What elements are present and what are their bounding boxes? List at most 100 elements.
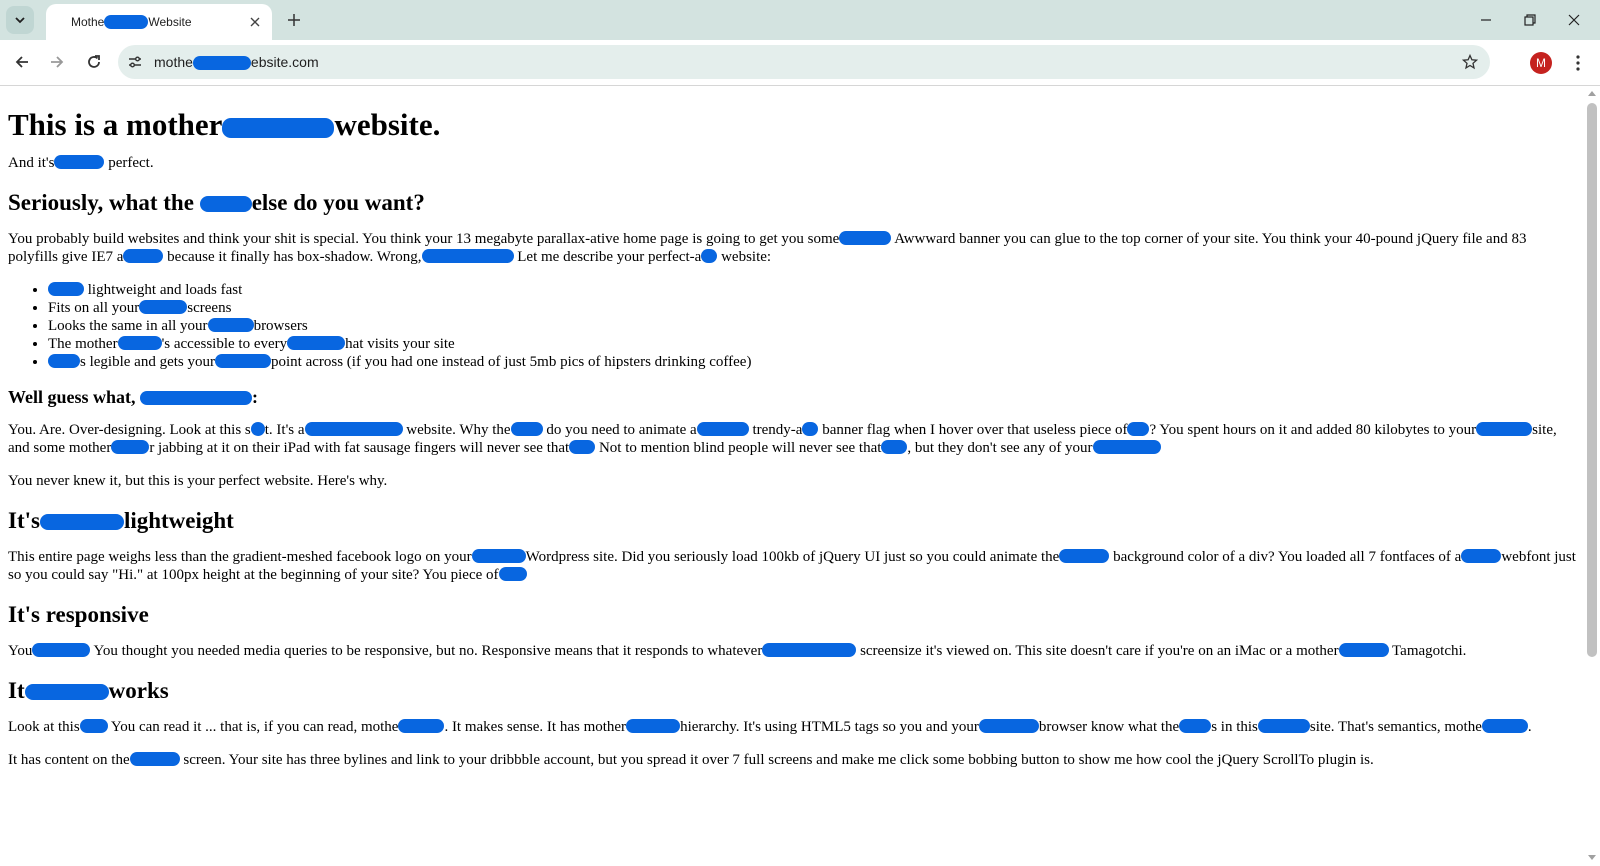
redaction-mark xyxy=(1481,719,1528,733)
list-item: Looks the same in all yourbrowsers xyxy=(48,317,1576,335)
paragraph-never-knew: You never knew it, but this is your perf… xyxy=(8,473,388,489)
redaction-mark xyxy=(104,15,149,29)
redaction-mark xyxy=(1461,549,1502,563)
reload-icon xyxy=(88,55,100,68)
url-text: mothe ebsite.com xyxy=(154,54,319,70)
redaction-mark xyxy=(140,391,253,405)
heading-lightweight: It's lightweight xyxy=(8,508,234,533)
back-button[interactable] xyxy=(8,48,36,76)
tab-close-button[interactable] xyxy=(246,13,264,31)
redaction-mark xyxy=(1338,643,1389,657)
paragraph-over-designing: You. Are. Over-designing. Look at this s… xyxy=(8,422,1557,456)
redaction-mark xyxy=(199,196,252,212)
paragraph-content-first: It has content on the screen. Your site … xyxy=(8,752,1374,768)
redaction-mark xyxy=(471,549,526,563)
page-scrollbar[interactable] xyxy=(1584,87,1600,866)
redaction-mark xyxy=(1092,440,1161,454)
list-item: The mother's accessible to everyhat visi… xyxy=(48,335,1576,353)
redaction-mark xyxy=(498,567,527,581)
redaction-mark xyxy=(214,354,271,368)
redaction-mark xyxy=(701,249,718,263)
heading-works: It works xyxy=(8,678,169,703)
redaction-mark xyxy=(696,422,749,436)
redaction-mark xyxy=(569,440,596,454)
redaction-mark xyxy=(1059,549,1110,563)
redaction-mark xyxy=(48,282,84,296)
redaction-mark xyxy=(421,249,514,263)
redaction-mark xyxy=(626,719,681,733)
redaction-mark xyxy=(32,643,91,657)
redaction-mark xyxy=(111,440,150,454)
new-tab-button[interactable] xyxy=(282,8,306,32)
tab-strip: Mothe Website xyxy=(0,0,1600,40)
scroll-up-arrow-icon[interactable] xyxy=(1588,91,1596,96)
back-arrow-icon xyxy=(15,56,28,68)
close-icon xyxy=(250,17,260,27)
forward-arrow-icon xyxy=(51,56,64,68)
tab-title: Mothe Website xyxy=(71,15,192,29)
redaction-mark xyxy=(192,56,251,70)
address-bar[interactable]: mothe ebsite.com xyxy=(118,45,1490,79)
paragraph-responsive: You You thought you needed media queries… xyxy=(8,643,1467,659)
restore-button[interactable] xyxy=(1508,4,1552,36)
redaction-mark xyxy=(1257,719,1310,733)
star-icon xyxy=(1462,54,1478,70)
page-content: This is a mother website. And it's perfec… xyxy=(0,87,1584,866)
forward-button[interactable] xyxy=(43,48,71,76)
plus-icon xyxy=(288,14,300,26)
redaction-mark xyxy=(304,422,403,436)
bookmark-button[interactable] xyxy=(1460,52,1480,72)
profile-avatar[interactable]: M xyxy=(1530,52,1552,74)
chevron-down-icon xyxy=(15,17,25,24)
paragraph-you-probably: You probably build websites and think yo… xyxy=(8,231,1527,265)
redaction-mark xyxy=(139,300,188,314)
redaction-mark xyxy=(48,354,80,368)
heading-guess-what: Well guess what, : xyxy=(8,387,259,407)
redaction-mark xyxy=(129,752,180,766)
window-close-icon xyxy=(1568,14,1580,26)
redaction-mark xyxy=(1179,719,1212,733)
heading-what-else: Seriously, what the else do you want? xyxy=(8,190,425,215)
redaction-mark xyxy=(762,643,857,657)
redaction-mark xyxy=(250,422,265,436)
redaction-mark xyxy=(222,118,335,138)
scrollbar-thumb[interactable] xyxy=(1587,103,1597,657)
paragraph-lightweight: This entire page weighs less than the gr… xyxy=(8,549,1576,583)
minimize-icon xyxy=(1481,19,1491,21)
redaction-mark xyxy=(123,249,164,263)
kebab-menu-icon xyxy=(1576,55,1580,71)
redaction-mark xyxy=(1476,422,1533,436)
redaction-mark xyxy=(802,422,819,436)
reload-button[interactable] xyxy=(80,48,108,76)
tab-search-button[interactable] xyxy=(6,6,34,34)
window-close-button[interactable] xyxy=(1552,4,1596,36)
list-item: s legible and gets yourpoint across (if … xyxy=(48,353,1576,371)
redaction-mark xyxy=(207,318,254,332)
list-item: lightweight and loads fast xyxy=(48,281,1576,299)
site-info-button[interactable] xyxy=(118,45,152,79)
redaction-mark xyxy=(79,719,108,733)
list-item: Fits on all yourscreens xyxy=(48,299,1576,317)
scroll-down-arrow-icon[interactable] xyxy=(1588,855,1596,860)
redaction-mark xyxy=(117,336,162,350)
redaction-mark xyxy=(398,719,445,733)
redaction-mark xyxy=(881,440,908,454)
page-title: This is a mother website. xyxy=(8,107,441,142)
paragraph-works: Look at this You can read it ... that is… xyxy=(8,719,1532,735)
heading-responsive: It's responsive xyxy=(8,602,149,627)
redaction-mark xyxy=(978,719,1039,733)
redaction-mark xyxy=(510,422,543,436)
site-info-icon xyxy=(129,56,141,68)
intro-paragraph: And it's perfect. xyxy=(8,155,154,171)
redaction-mark xyxy=(54,155,105,169)
redaction-mark xyxy=(39,514,124,530)
minimize-button[interactable] xyxy=(1464,4,1508,36)
perfect-website-list: lightweight and loads fast Fits on all y… xyxy=(8,281,1576,371)
redaction-mark xyxy=(1127,422,1150,436)
redaction-mark xyxy=(287,336,346,350)
browser-toolbar: mothe ebsite.com M xyxy=(0,40,1600,86)
active-tab[interactable]: Mothe Website xyxy=(46,4,272,40)
profile-initial: M xyxy=(1536,56,1546,70)
browser-menu-button[interactable] xyxy=(1568,50,1588,76)
redaction-mark xyxy=(839,231,892,245)
